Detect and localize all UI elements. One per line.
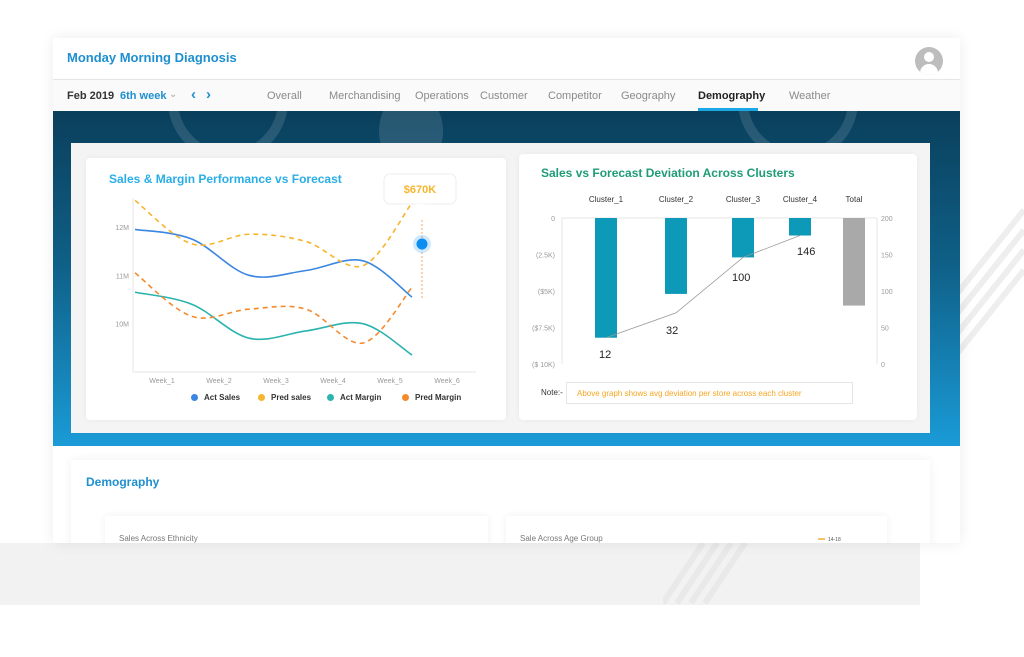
cluster-bar: [595, 218, 617, 338]
month-label: Feb 2019: [67, 90, 115, 102]
next-week-icon[interactable]: ›: [206, 86, 211, 103]
legend-label: Pred Margin: [415, 393, 462, 402]
x-tick-label: Week_1: [149, 378, 175, 385]
legend-dot-icon: [258, 394, 265, 401]
note-text: Above graph shows avg deviation per stor…: [566, 382, 853, 404]
cluster-bar: [665, 218, 687, 294]
y-tick-label: (2.5K): [536, 253, 555, 260]
sales-margin-legend: Act Sales Pred sales Act Margin Pred Mar…: [86, 393, 506, 407]
legend-act-sales[interactable]: Act Sales: [191, 393, 240, 402]
tab-demography[interactable]: Demography: [698, 90, 765, 102]
tab-overall[interactable]: Overall: [267, 90, 302, 102]
legend-act-margin[interactable]: Act Margin: [327, 393, 381, 402]
app-window: Monday Morning Diagnosis Feb 2019 6th we…: [53, 38, 960, 543]
legend-pred-sales[interactable]: Pred sales: [258, 393, 311, 402]
tab-geography[interactable]: Geography: [621, 90, 675, 102]
y-tick-label: 0: [551, 216, 555, 223]
y-tick-label: ($5K): [538, 289, 555, 296]
x-tick-label: Week_3: [263, 378, 289, 385]
y2-tick-label: 150: [881, 253, 893, 260]
data-label: 12: [599, 349, 611, 361]
x-tick-label: Week_2: [206, 378, 232, 385]
app-title: Monday Morning Diagnosis: [67, 50, 237, 65]
data-label: 100: [732, 272, 750, 284]
tab-merchandising[interactable]: Merchandising: [329, 90, 401, 102]
y-tick-label: ($ 10K): [532, 362, 555, 369]
x-tick-label: Week_6: [434, 378, 460, 385]
age-legend-item: 14-18: [818, 537, 841, 543]
tab-competitor[interactable]: Competitor: [548, 90, 602, 102]
prev-week-icon[interactable]: ‹: [191, 86, 196, 103]
total-bar: [843, 218, 865, 306]
category-label: Cluster_3: [726, 195, 761, 204]
cluster-deviation-chart: 0 (2.5K) ($5K) ($7.5K) ($ 10K) 200 150 100 50 0 Cl…: [532, 195, 893, 369]
legend-pred-margin[interactable]: Pred Margin: [402, 393, 461, 402]
category-label: Cluster_2: [659, 195, 694, 204]
category-label: Cluster_1: [589, 195, 624, 204]
data-label: 146: [797, 246, 815, 258]
category-label: Total: [846, 195, 863, 204]
demography-section: Demography Sales Across Ethnicity Sale A…: [71, 460, 930, 543]
y2-tick-label: 0: [881, 362, 885, 369]
legend-dot-icon: [402, 394, 409, 401]
y2-tick-label: 100: [881, 289, 893, 296]
sales-margin-card: Sales & Margin Performance vs Forecast 1…: [86, 158, 506, 420]
user-avatar-icon[interactable]: [915, 47, 943, 75]
avatar-body: [920, 64, 938, 75]
background-stripes-bottom: [663, 543, 748, 605]
ethnicity-card-title: Sales Across Ethnicity: [119, 534, 198, 543]
legend-label: Pred sales: [271, 393, 312, 402]
week-selector[interactable]: 6th week: [120, 90, 166, 102]
y2-tick-label: 50: [881, 326, 889, 333]
legend-label: Act Sales: [204, 393, 241, 402]
x-tick-label: Week_4: [320, 378, 346, 385]
series-line-pred-sales: [134, 199, 413, 268]
series-line-act-margin: [134, 291, 413, 356]
series-line-act-sales: [134, 228, 413, 298]
tab-weather[interactable]: Weather: [789, 90, 830, 102]
series-line-pred-margin: [134, 272, 413, 344]
page: Monday Morning Diagnosis Feb 2019 6th we…: [0, 0, 1024, 657]
legend-dot-icon: [191, 394, 198, 401]
avatar-head: [924, 52, 934, 62]
y2-tick-label: 200: [881, 216, 893, 223]
cluster-deviation-card: Sales vs Forecast Deviation Across Clust…: [519, 154, 917, 420]
chevron-down-icon[interactable]: ⌄: [169, 89, 177, 100]
legend-dot-icon: [327, 394, 334, 401]
background-band: [0, 543, 920, 605]
navbar: Feb 2019 6th week ⌄ ‹ › Overall Merchand…: [53, 79, 960, 111]
legend-swatch-icon: [818, 538, 825, 540]
app-header: Monday Morning Diagnosis: [53, 38, 960, 79]
data-label: 32: [666, 325, 678, 337]
ethnicity-card: Sales Across Ethnicity: [105, 516, 488, 543]
legend-label: Act Margin: [340, 393, 382, 402]
age-legend-label: 14-18: [828, 537, 841, 543]
y-tick-label: 12M: [115, 225, 129, 232]
y-tick-label: ($7.5K): [532, 326, 555, 333]
tab-customer[interactable]: Customer: [480, 90, 528, 102]
cluster-bar: [732, 218, 754, 258]
demography-title: Demography: [86, 475, 160, 489]
store-count-line: [605, 235, 801, 339]
x-tick-label: Week_5: [377, 378, 403, 385]
tab-operations[interactable]: Operations: [415, 90, 469, 102]
tooltip-pointer: [415, 204, 425, 209]
age-group-card-title: Sale Across Age Group: [520, 534, 603, 543]
hero-banner: Sales & Margin Performance vs Forecast 1…: [53, 111, 960, 446]
tooltip-value: $670K: [404, 184, 436, 196]
sales-margin-chart: 10M 11M 12M Week_1 Week_2 Week_3 Week_4 Week_5 W…: [115, 173, 476, 385]
age-group-card: Sale Across Age Group 14-18: [506, 516, 887, 543]
note-label: Note:-: [541, 388, 563, 397]
y-tick-label: 10M: [115, 322, 129, 329]
category-label: Cluster_4: [783, 195, 818, 204]
y-tick-label: 11M: [116, 273, 129, 280]
tooltip-marker: [416, 238, 428, 250]
cluster-bar: [789, 218, 811, 236]
charts-panel: Sales & Margin Performance vs Forecast 1…: [71, 143, 930, 433]
